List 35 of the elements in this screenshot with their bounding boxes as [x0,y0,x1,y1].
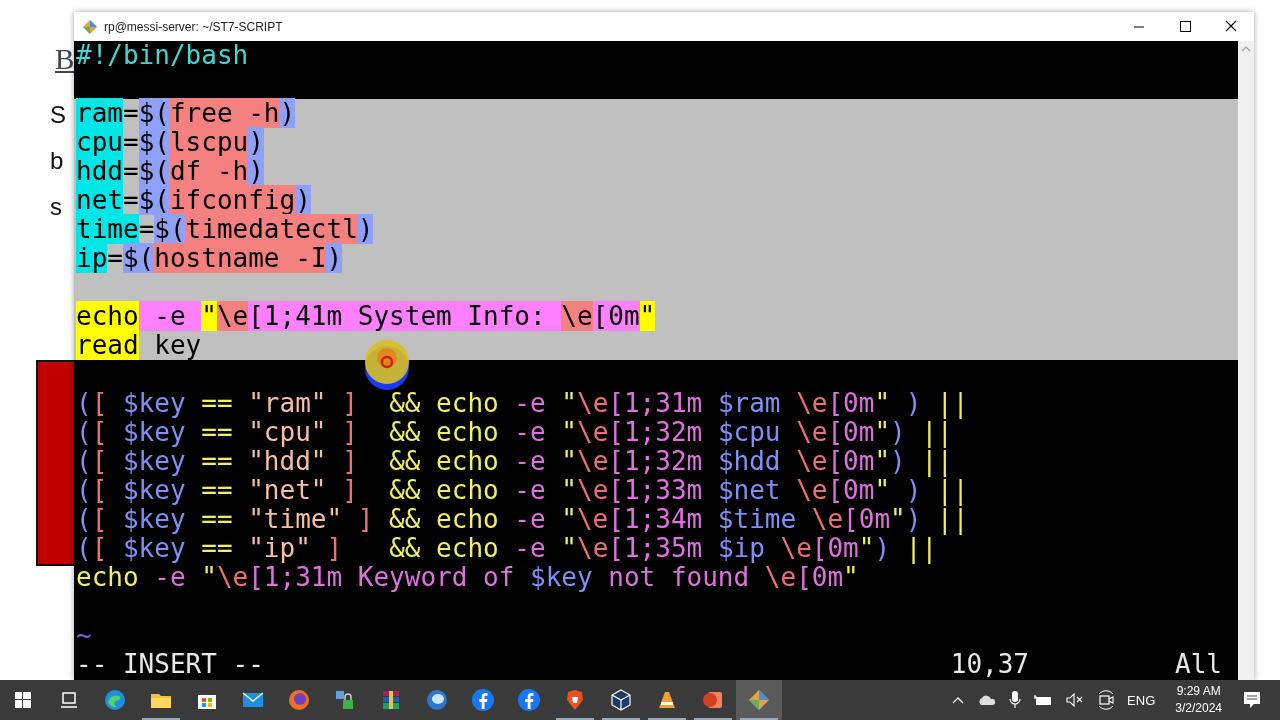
scrollbar[interactable] [1238,41,1254,680]
letter-f-icon [471,688,495,712]
code-line: ([ $key == "hdd" ] && echo -e "\e[1;32m $hdd \e[0m") || [76,447,954,476]
fox-icon [287,688,311,712]
cube-icon [609,688,633,712]
notifications-icon[interactable] [1242,690,1262,710]
code-line: ~ [76,621,93,650]
clock-date[interactable]: 3/2/2024 [1175,700,1222,717]
window-title: rp@messi-server: ~/ST7-SCRIPT [104,19,283,34]
code-line: ([ $key == "ram" ] && echo -e "\e[1;31m $ram \e[0m" ) || [76,389,970,418]
diamond-icon [747,688,771,712]
letter-f-icon [517,688,541,712]
page-text: b [50,146,64,176]
code-line: ([ $key == "net" ] && echo -e "\e[1;33m $net \e[0m" ) || [76,476,970,505]
code-line: echo -e "\e[1;31m Keyword of $key not found \e[0m" [76,563,860,592]
camera-icon[interactable] [1097,690,1116,710]
clock-time[interactable]: 9:29 AM [1176,683,1221,700]
language-indicator[interactable]: ENG [1127,692,1156,708]
microphone-icon[interactable] [1009,690,1022,710]
code-line: #!/bin/bash [76,41,250,70]
code-line: ([ $key == "cpu" ] && echo -e "\e[1;32m $cpu \e[0m") || [76,418,953,447]
click-highlight-icon [362,338,412,392]
cursor-position: 10,37 [950,650,1030,679]
battery-icon[interactable] [1033,693,1054,707]
mode-indicator: -- INSERT -- [76,650,264,679]
cloud-icon[interactable] [977,694,998,706]
diamond-icon [82,18,98,35]
page-text: S [50,100,66,130]
page-text: s [50,192,62,222]
scroll-indicator: All [1175,650,1222,679]
code-line: ([ $key == "time" ] && echo -e "\e[1;34m $time \e[0m") || [76,505,970,534]
code-line: ([ $key == "ip" ] && echo -e "\e[1;35m $ip \e[0m") || [76,534,939,563]
page-heading[interactable]: B [55,42,75,76]
chevron-up-icon[interactable] [951,695,966,705]
wave-icon [103,688,127,712]
